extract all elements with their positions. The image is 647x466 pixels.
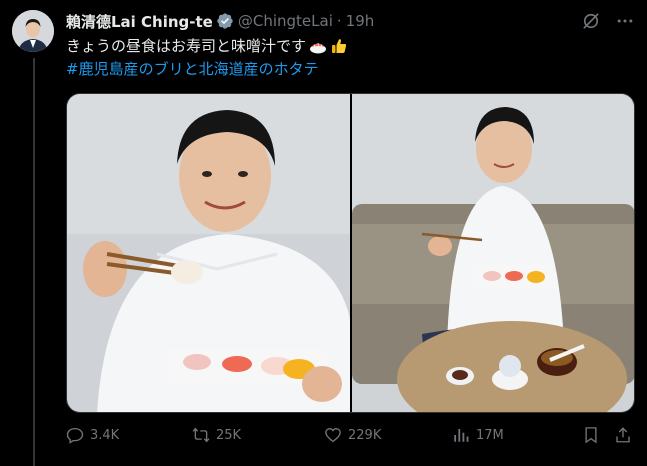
hashtag-link[interactable]: #鹿児島産のブリと北海道産のホタテ xyxy=(66,59,319,79)
retweet-icon xyxy=(192,427,210,443)
tweet-text-body: きょうの昼食はお寿司と味噌汁です xyxy=(66,37,307,55)
photo-left[interactable] xyxy=(67,94,350,412)
separator-dot: · xyxy=(336,12,342,30)
avatar-image xyxy=(12,10,54,52)
reply-icon xyxy=(66,427,84,444)
thread-line xyxy=(33,58,35,466)
grok-icon[interactable] xyxy=(581,11,601,31)
share-icon xyxy=(616,427,630,443)
photo-left-image xyxy=(67,94,350,412)
like-count: 229K xyxy=(348,427,382,443)
share-button[interactable] xyxy=(614,426,632,444)
views-button[interactable]: 17M xyxy=(452,426,504,444)
tweet-header: 賴清德Lai Ching-te @ChingteLai · 19h xyxy=(66,10,374,32)
top-actions xyxy=(581,11,635,31)
thumbs-up-emoji-icon xyxy=(330,37,348,55)
display-name[interactable]: 賴清德Lai Ching-te xyxy=(66,11,213,32)
action-bar: 3.4K 25K 229K 17M xyxy=(66,426,635,450)
verified-badge-icon[interactable] xyxy=(216,12,234,30)
photo-right-image xyxy=(351,94,634,412)
reply-button[interactable]: 3.4K xyxy=(66,426,119,444)
views-icon xyxy=(454,429,469,442)
views-count: 17M xyxy=(476,427,504,443)
bookmark-icon xyxy=(585,427,597,444)
retweet-count: 25K xyxy=(216,427,242,443)
tweet-text: きょうの昼食はお寿司と味噌汁です xyxy=(66,36,348,56)
like-icon xyxy=(325,428,341,443)
avatar[interactable] xyxy=(12,10,54,52)
reply-count: 3.4K xyxy=(90,427,120,443)
more-options-icon[interactable] xyxy=(615,11,635,31)
photo-right[interactable] xyxy=(351,94,634,412)
sushi-emoji-icon xyxy=(308,37,328,55)
like-button[interactable]: 229K xyxy=(324,426,381,444)
timestamp[interactable]: 19h xyxy=(346,12,375,30)
retweet-button[interactable]: 25K xyxy=(192,426,241,444)
tweet-media xyxy=(66,93,635,413)
user-handle[interactable]: @ChingteLai xyxy=(238,12,333,30)
bookmark-button[interactable] xyxy=(582,426,600,444)
